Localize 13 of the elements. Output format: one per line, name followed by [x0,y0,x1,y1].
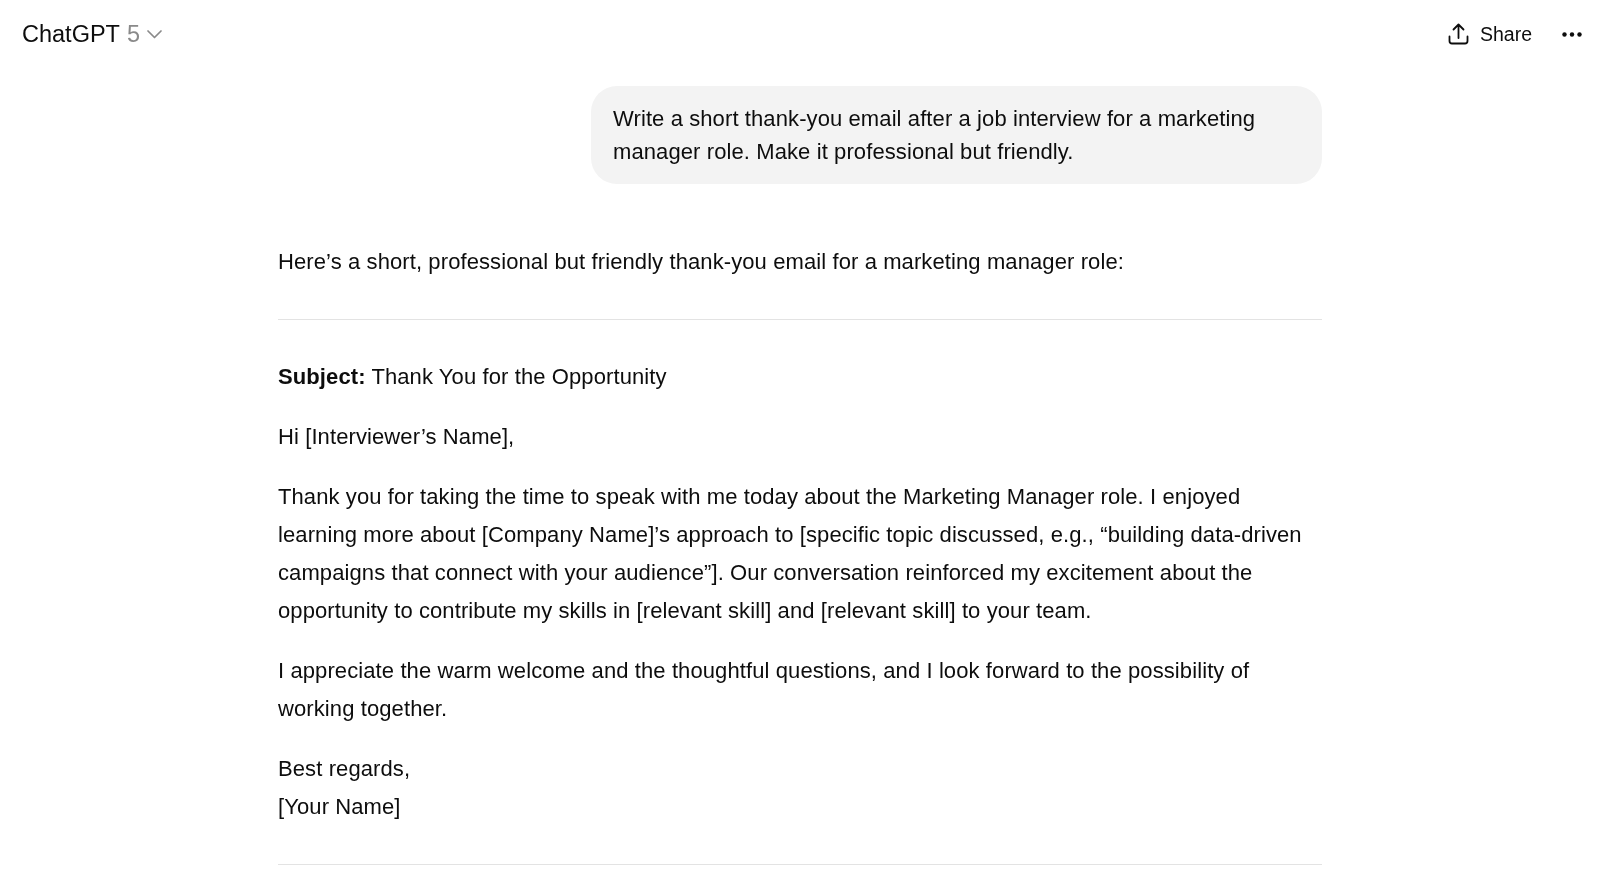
message-paragraph: I appreciate the warm welcome and the thoughtful questions, and I look forward to the possibility of working together. [278,657,1251,723]
message-paragraph: Subject: Thank You for the Opportunity [278,363,668,391]
message-paragraph: Here’s a short, professional but friendly thank-you email for a marketing manager role: [278,248,1125,276]
chevron-down-icon [147,29,163,39]
message-paragraph: Thank you for taking the time to speak with me today about the Marketing Manager role. I enjoyed learning more about [Company Name]’s approach to [specific topic discussed, e.g., “building data-driven campaigns that connect with your audience”]. Our conversation reinforced my excitement about the opportunity to contribute my skills in [relevant skill] and [relevant skill] to your team. [278,483,1303,625]
message-paragraph: Hi [Interviewer’s Name], [278,423,516,451]
more-icon [1562,31,1582,37]
user-message-bubble: Write a short thank-you email after a job interview for a marketing manager role. Make it professional but friendly. [591,86,1322,184]
model-selector[interactable]: ChatGPT 5 [14,16,171,52]
signoff-line: Best regards, [278,755,412,783]
upload-icon [1447,23,1469,45]
signoff-line: [Your Name] [278,793,402,821]
share-button[interactable]: Share [1437,16,1542,52]
